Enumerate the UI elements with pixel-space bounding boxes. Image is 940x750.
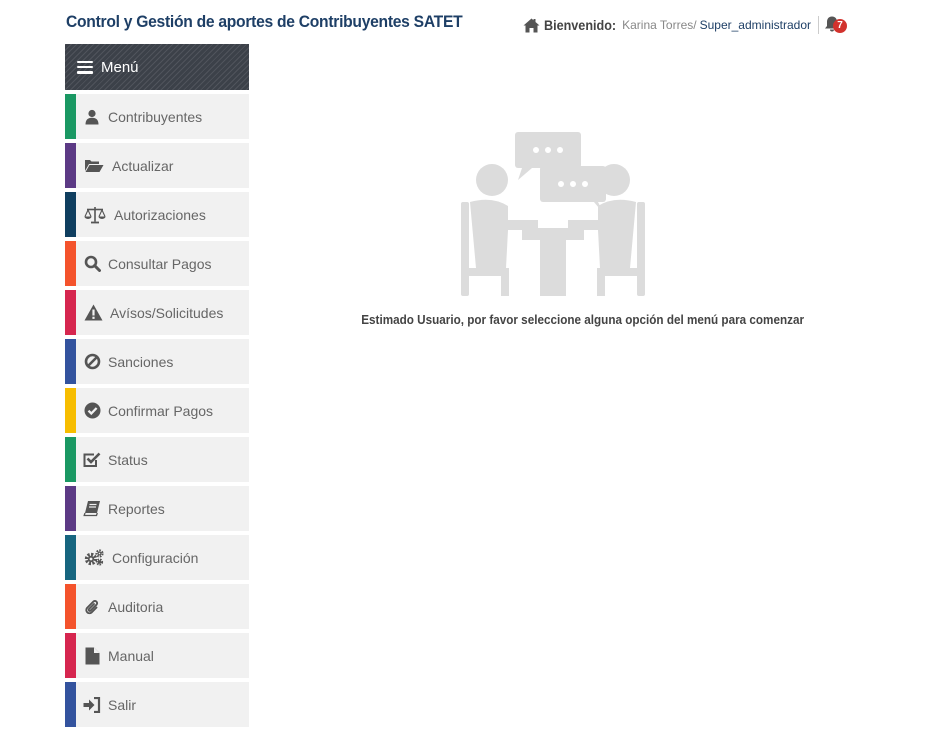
sidebar-item-label: Autorizaciones [114, 206, 206, 223]
ban-icon [83, 353, 101, 371]
sidebar-item-confirmar-pagos[interactable]: Confirmar Pagos [65, 388, 249, 433]
sidebar-item-label: Salir [108, 696, 137, 713]
color-stripe [65, 437, 76, 482]
sidebar-item-label: Reportes [108, 500, 165, 517]
sidebar-item-label: Contribuyentes [108, 108, 203, 125]
sidebar-item-auditoria[interactable]: Auditoria [65, 584, 249, 629]
check-circle-icon [83, 402, 101, 420]
hamburger-icon [77, 60, 93, 74]
book-icon [83, 500, 101, 518]
warning-icon [83, 304, 103, 322]
color-stripe [65, 241, 76, 286]
sidebar-item-label: Sanciones [108, 353, 174, 370]
gears-icon [83, 549, 105, 567]
balance-scale-icon [83, 206, 107, 224]
sidebar: Menú Contribuyentes Actualizar Autorizac… [65, 44, 249, 727]
color-stripe [65, 143, 76, 188]
color-stripe [65, 94, 76, 139]
sidebar-item-manual[interactable]: Manual [65, 633, 249, 678]
sidebar-item-label: Confirmar Pagos [108, 402, 214, 419]
menu-label: Menú [101, 58, 139, 76]
color-stripe [65, 682, 76, 727]
sidebar-item-label: Consultar Pagos [108, 255, 212, 272]
app-title: Control y Gestión de aportes de Contribu… [66, 12, 463, 31]
sidebar-item-salir[interactable]: Salir [65, 682, 249, 727]
color-stripe [65, 584, 76, 629]
sidebar-item-label: Status [108, 451, 148, 468]
color-stripe [65, 633, 76, 678]
folder-open-icon [83, 157, 105, 175]
divider [818, 16, 820, 34]
sidebar-item-autorizaciones[interactable]: Autorizaciones [65, 192, 249, 237]
sidebar-item-status[interactable]: Status [65, 437, 249, 482]
color-stripe [65, 192, 76, 237]
sidebar-item-label: Manual [108, 647, 154, 664]
sidebar-item-contribuyentes[interactable]: Contribuyentes [65, 94, 249, 139]
paperclip-icon [83, 598, 101, 616]
color-stripe [65, 339, 76, 384]
main-content: Estimado Usuario, por favor seleccione a… [340, 128, 805, 327]
user-bar: Bienvenido: Karina Torres/ Super_adminis… [523, 14, 848, 36]
check-square-icon [83, 451, 101, 469]
sidebar-item-avisos-solicitudes[interactable]: Avísos/Solicitudes [65, 290, 249, 335]
color-stripe [65, 388, 76, 433]
search-icon [83, 255, 101, 273]
sidebar-item-configuracion[interactable]: Configuración [65, 535, 249, 580]
sidebar-item-label: Avísos/Solicitudes [110, 304, 224, 321]
color-stripe [65, 290, 76, 335]
sidebar-item-label: Configuración [112, 549, 199, 566]
empty-state-message: Estimado Usuario, por favor seleccione a… [361, 312, 805, 327]
notifications-button[interactable]: 7 [823, 15, 848, 35]
file-icon [83, 647, 101, 665]
sidebar-item-reportes[interactable]: Reportes [65, 486, 249, 531]
sign-in-icon [83, 696, 101, 714]
color-stripe [65, 486, 76, 531]
user-role-link[interactable]: Super_administrador [700, 18, 811, 32]
sidebar-item-consultar-pagos[interactable]: Consultar Pagos [65, 241, 249, 286]
user-icon [83, 108, 101, 126]
user-name: Karina Torres/ [622, 18, 697, 32]
menu-toggle[interactable]: Menú [65, 44, 249, 90]
home-icon [523, 18, 540, 32]
meeting-illustration [460, 132, 645, 296]
notification-badge: 7 [833, 19, 848, 33]
color-stripe [65, 535, 76, 580]
sidebar-item-actualizar[interactable]: Actualizar [65, 143, 249, 188]
sidebar-item-label: Actualizar [112, 157, 174, 174]
welcome-label: Bienvenido: [544, 17, 617, 33]
sidebar-item-label: Auditoria [108, 598, 164, 615]
sidebar-item-sanciones[interactable]: Sanciones [65, 339, 249, 384]
